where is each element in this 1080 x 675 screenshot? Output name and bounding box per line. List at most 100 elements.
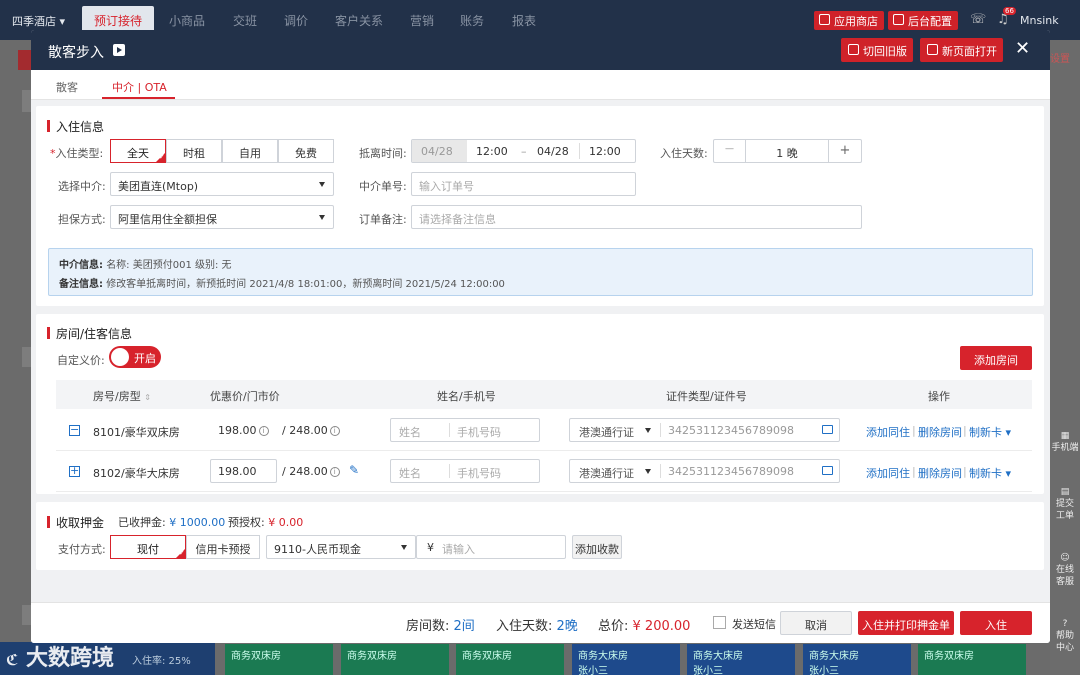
caret-down-icon (319, 182, 325, 187)
days-value[interactable]: 1 晚 (746, 145, 828, 161)
guest-phone-input[interactable]: 手机号码 (457, 424, 501, 440)
id-card-icon[interactable] (822, 466, 833, 475)
amount-placeholder: 请输入 (442, 543, 475, 556)
order-number-input[interactable]: 输入订单号 (411, 172, 636, 196)
plus-button[interactable]: + (828, 140, 861, 162)
id-type-select[interactable]: 港澳通行证 (579, 465, 634, 481)
discount-price-input[interactable]: 198.00 (210, 459, 277, 483)
checkin-section-title: 入住信息 (47, 118, 104, 135)
divider (579, 143, 580, 159)
id-number-input[interactable]: 342531123456789098 (668, 424, 794, 437)
doc-icon: ▤ (1060, 487, 1070, 497)
guest-input-group: 姓名 手机号码 (390, 459, 540, 483)
nav-reports[interactable]: 报表 (512, 12, 536, 29)
id-type-select[interactable]: 港澳通行证 (579, 424, 634, 440)
switch-old-version-button[interactable]: 切回旧版 (841, 38, 913, 62)
add-cohabitant-link[interactable]: 添加同住 (866, 424, 910, 440)
th-name: 姓名/手机号 (437, 390, 496, 403)
info-icon[interactable]: i (258, 426, 269, 436)
close-icon[interactable]: ✕ (1015, 38, 1030, 59)
open-new-page-button[interactable]: 新页面打开 (920, 38, 1003, 62)
guest-name-input[interactable]: 姓名 (399, 424, 421, 440)
nav-pricing[interactable]: 调价 (284, 12, 308, 29)
user-name[interactable]: Mnsink (1020, 14, 1059, 27)
remark-select[interactable]: 请选择备注信息 (411, 205, 862, 229)
id-input-group: 港澳通行证 342531123456789098 (569, 459, 840, 483)
room-count: 房间数: 2间 (406, 619, 475, 634)
days-label: 入住天数: (660, 147, 708, 160)
sidebar-service[interactable]: ☺ 在线客服 (1050, 552, 1080, 588)
sidebar-mobile[interactable]: ▦ 手机端 (1050, 430, 1080, 454)
room-name: 8101/豪华双床房 (93, 426, 180, 439)
arrive-date[interactable]: 04/28 (412, 140, 467, 162)
agent-select[interactable]: 美团直连(Mtop) (110, 172, 334, 196)
app-store-button[interactable]: 应用商店 (814, 11, 884, 30)
expand-icon[interactable]: + (69, 465, 80, 477)
table-row: + 8102/豪华大床房 198.00 / 248.00 i ✎ 姓名 手机号码 … (56, 451, 1032, 492)
sort-icon[interactable]: ⇕ (144, 393, 151, 402)
cancel-button[interactable]: 取消 (780, 611, 852, 635)
delete-room-link[interactable]: 删除房间 (918, 424, 962, 440)
check-corner-icon (155, 152, 166, 163)
guarantee-select[interactable]: 阿里信用住全额担保 (110, 205, 334, 229)
delete-room-link[interactable]: 删除房间 (918, 465, 962, 481)
leave-time[interactable]: 12:00 (589, 145, 621, 158)
edit-icon[interactable]: ✎ (349, 463, 359, 477)
divider: | (963, 424, 967, 437)
add-cohabitant-link[interactable]: 添加同住 (866, 465, 910, 481)
add-payment-button[interactable]: 添加收款 (572, 535, 622, 559)
agent-info-line: 中介信息: 名称: 美团预付001 级别: 无 (59, 260, 232, 271)
nav-shift[interactable]: 交班 (233, 12, 257, 29)
custom-price-toggle[interactable]: 开启 (109, 346, 161, 368)
info-icon[interactable]: i (329, 426, 340, 436)
tab-ota[interactable]: 中介 | OTA (112, 79, 167, 95)
tab-walkin[interactable]: 散客 (56, 79, 78, 95)
checkin-button[interactable]: 入住 (960, 611, 1032, 635)
nav-crm[interactable]: 客户关系 (335, 12, 383, 29)
checkin-print-button[interactable]: 入住并打印押金单 (858, 611, 954, 635)
make-card-link[interactable]: 制新卡 ▾ (969, 424, 1011, 440)
type-free[interactable]: 免费 (278, 139, 334, 163)
type-hourly[interactable]: 时租 (166, 139, 222, 163)
nav-accounts[interactable]: 账务 (460, 12, 484, 29)
sms-checkbox[interactable] (713, 616, 726, 629)
hotel-selector[interactable]: 四季酒店 ▾ (12, 13, 65, 29)
arrive-time[interactable]: 12:00 (476, 145, 508, 158)
nav-goods[interactable]: 小商品 (169, 12, 205, 29)
guest-input-group: 姓名 手机号码 (390, 418, 540, 442)
info-icon[interactable]: i (329, 467, 340, 477)
pay-cash[interactable]: 现付 (110, 535, 186, 559)
video-play-icon[interactable] (113, 44, 125, 56)
headset-icon: ☺ (1060, 553, 1070, 563)
guest-name-input[interactable]: 姓名 (399, 465, 421, 481)
type-self[interactable]: 自用 (222, 139, 278, 163)
id-number-input[interactable]: 342531123456789098 (668, 465, 794, 478)
id-card-icon[interactable] (822, 425, 833, 434)
minus-button[interactable]: — (714, 140, 746, 162)
nav-marketing[interactable]: 营销 (410, 12, 434, 29)
watermark-logo-icon: ℭ (6, 651, 19, 669)
pay-credit-preauth[interactable]: 信用卡预授 (186, 535, 260, 559)
caret-down-icon (645, 428, 651, 433)
type-fullday[interactable]: 全天 (110, 139, 166, 163)
guest-phone-input[interactable]: 手机号码 (457, 465, 501, 481)
pay-method-label: 支付方式: (58, 543, 106, 556)
add-room-button[interactable]: 添加房间 (960, 346, 1032, 370)
collapse-icon[interactable]: − (69, 424, 80, 436)
room-tile: 商务大床房 张小三 (803, 644, 911, 675)
received-deposit: 已收押金: ¥ 1000.00 (118, 516, 226, 529)
stay-time-range[interactable]: 04/28 12:00 – 04/28 12:00 (411, 139, 636, 163)
amount-input[interactable]: ¥ 请输入 (416, 535, 566, 559)
leave-date[interactable]: 04/28 (537, 145, 569, 158)
currency-select[interactable]: 9110-人民币现金 (266, 535, 416, 559)
sidebar-ticket[interactable]: ▤ 提交工单 (1050, 486, 1080, 522)
watermark: ℭ 大数跨境 (6, 646, 114, 671)
sidebar-help[interactable]: ? 帮助中心 (1050, 618, 1080, 654)
admin-config-button[interactable]: 后台配置 (888, 11, 958, 30)
make-card-link[interactable]: 制新卡 ▾ (969, 465, 1011, 481)
caret-down-icon (401, 545, 407, 550)
bg-tag (18, 50, 31, 70)
remark-info-line: 备注信息: 修改客单抵离时间，新预抵时间 2021/4/8 18:01:00，新… (59, 279, 505, 290)
room-tile: 商务双床房 (456, 644, 564, 675)
chat-icon[interactable]: ☏ (970, 12, 986, 27)
